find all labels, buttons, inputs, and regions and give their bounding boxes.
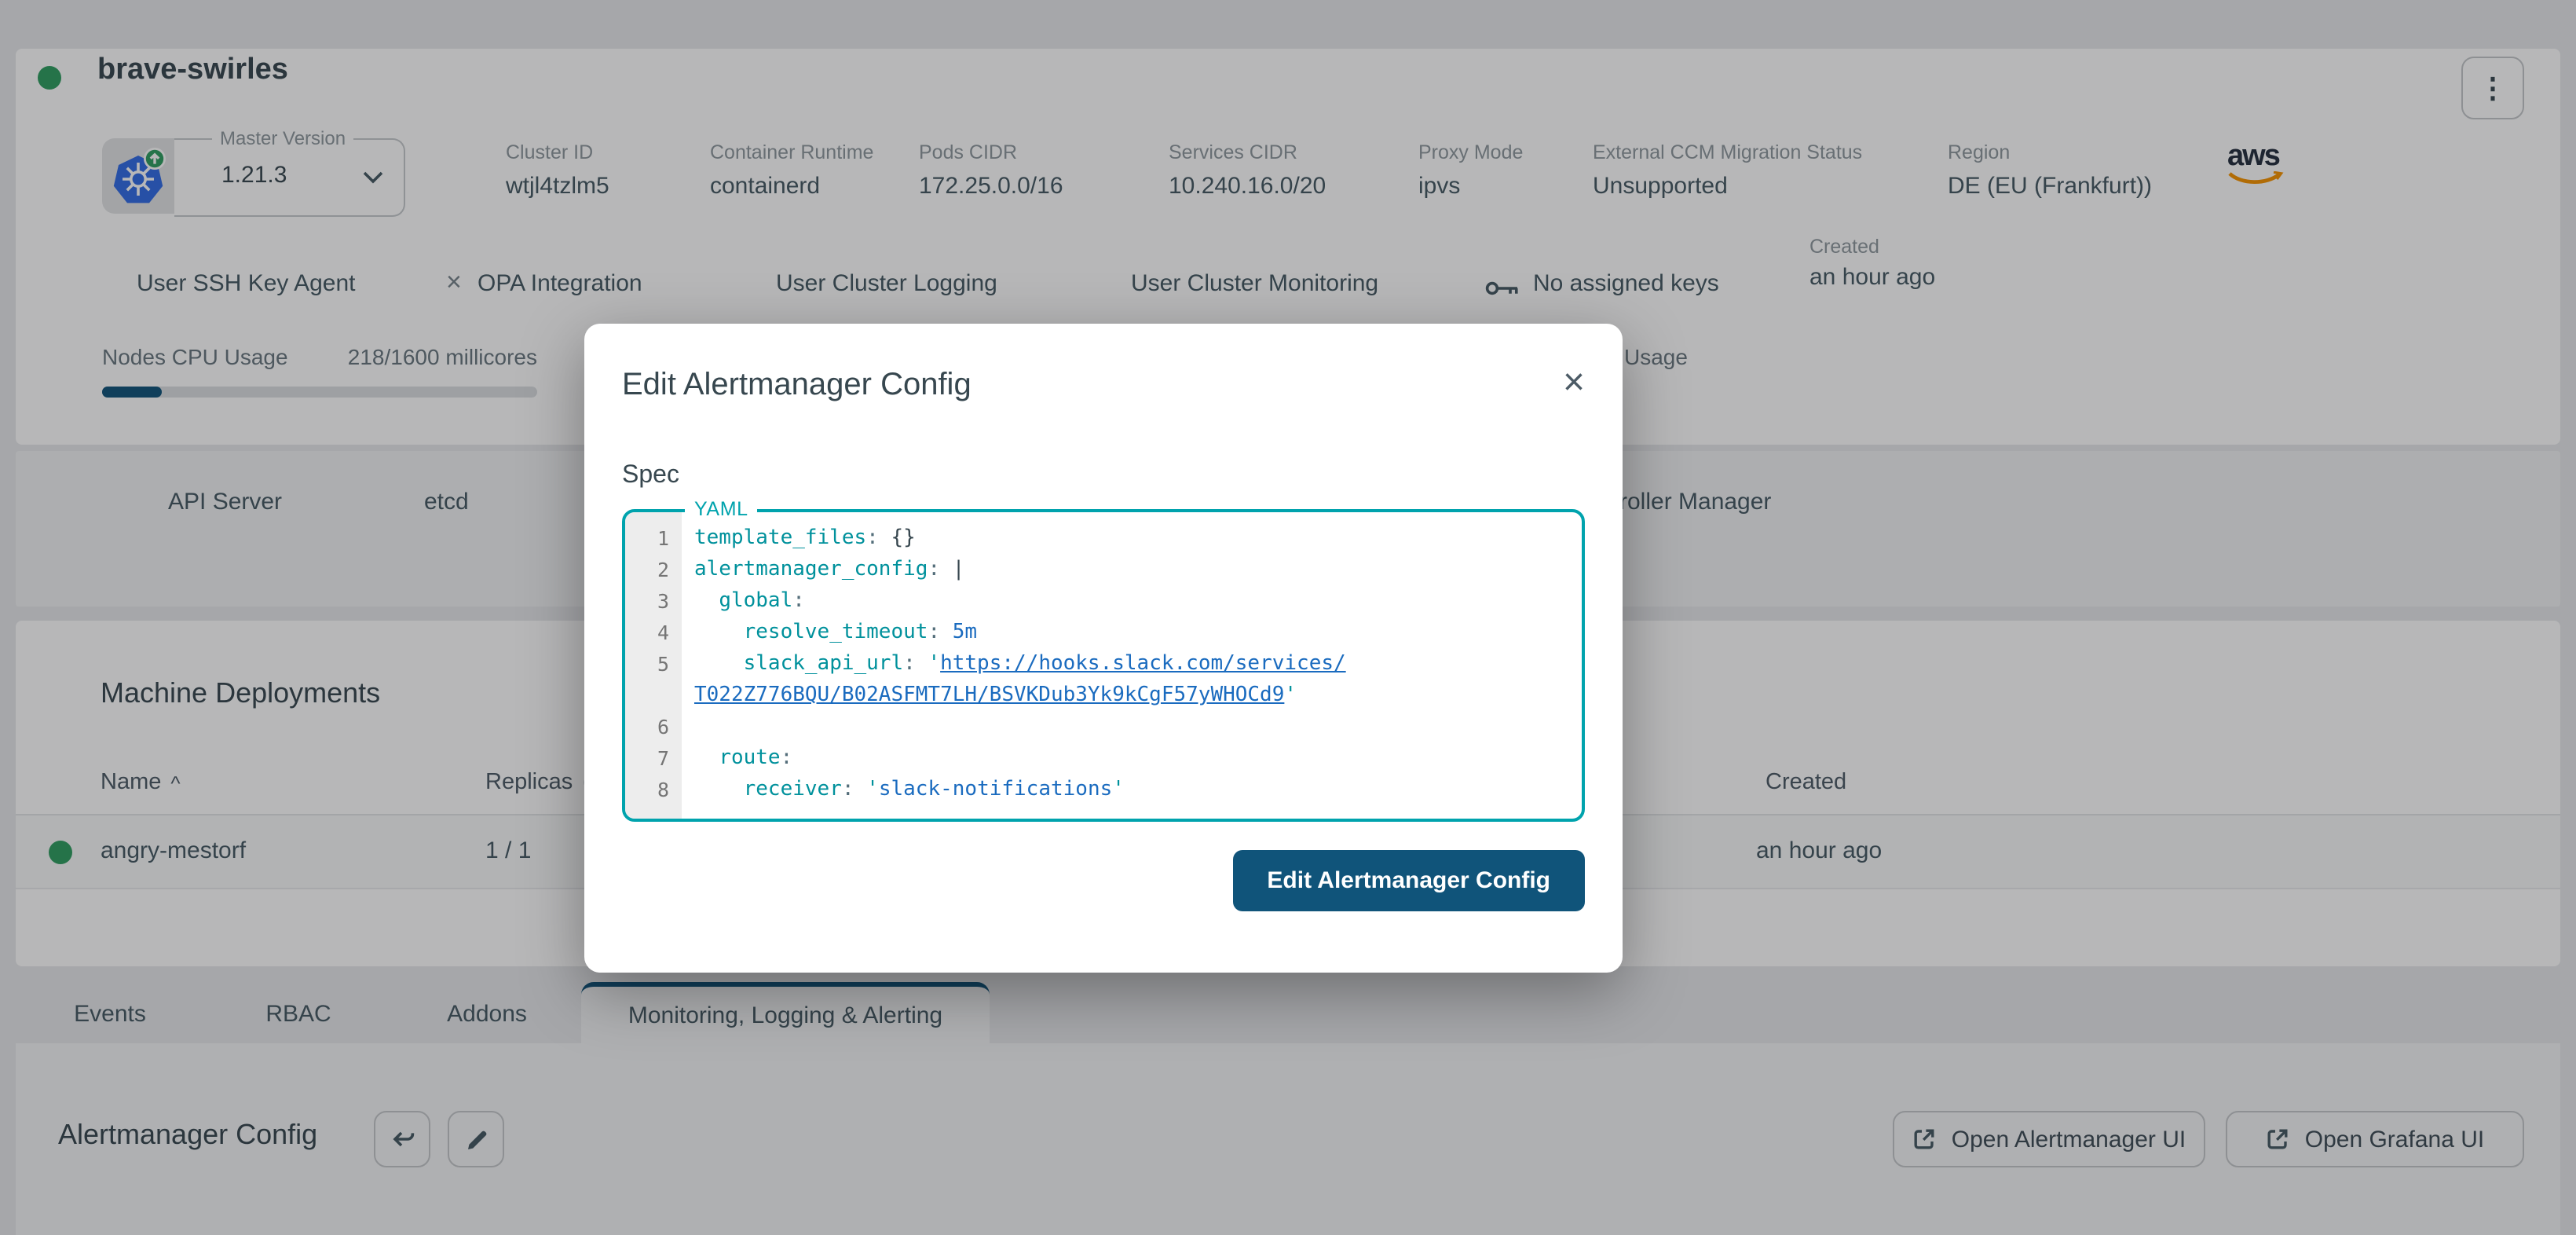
line-number: 6 — [625, 712, 682, 743]
code-line: receiver: 'slack-notifications' — [694, 775, 1582, 806]
yaml-editor-code[interactable]: template_files: {}alertmanager_config: |… — [682, 512, 1582, 819]
spec-label: Spec — [622, 462, 679, 490]
code-line: slack_api_url: 'https://hooks.slack.com/… — [694, 649, 1582, 680]
edit-alertmanager-dialog: Edit Alertmanager Config × Spec YAML 123… — [584, 324, 1623, 973]
code-line: template_files: {} — [694, 523, 1582, 555]
line-number: 7 — [625, 743, 682, 775]
line-number: 5 — [625, 649, 682, 680]
yaml-editor-gutter: 12345 678 — [625, 512, 682, 819]
line-number: 3 — [625, 586, 682, 618]
app-root: brave-swirles ⋮ Master Version 1.21 — [0, 0, 2576, 1235]
code-line: resolve_timeout: 5m — [694, 618, 1582, 649]
line-number — [625, 680, 682, 712]
code-line: T022Z776BQU/B02ASFMT7LH/BSVKDub3Yk9kCgF5… — [694, 680, 1582, 712]
code-line — [694, 712, 1582, 743]
line-number: 4 — [625, 618, 682, 649]
submit-edit-alertmanager-button[interactable]: Edit Alertmanager Config — [1232, 850, 1585, 911]
dialog-title: Edit Alertmanager Config — [622, 368, 971, 404]
line-number: 1 — [625, 523, 682, 555]
close-icon[interactable]: × — [1563, 365, 1585, 402]
code-line: alertmanager_config: | — [694, 555, 1582, 586]
line-number: 8 — [625, 775, 682, 806]
code-line: route: — [694, 743, 1582, 775]
line-number: 2 — [625, 555, 682, 586]
code-line: global: — [694, 586, 1582, 618]
yaml-editor[interactable]: YAML 12345678 template_files: {}alertman… — [622, 509, 1585, 822]
